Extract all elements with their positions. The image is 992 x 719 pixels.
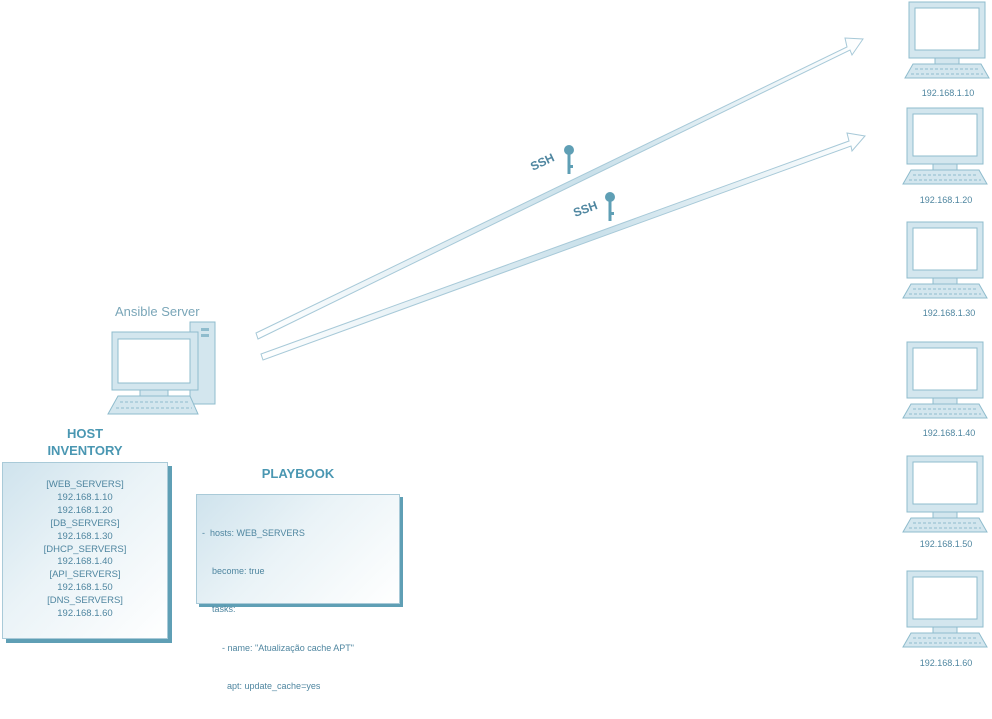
inventory-line: [WEB_SERVERS] bbox=[46, 479, 124, 490]
playbook-box: - hosts: WEB_SERVERS become: true tasks:… bbox=[196, 494, 400, 691]
host-computer-icon bbox=[902, 107, 988, 185]
inventory-line: 192.168.1.30 bbox=[57, 530, 113, 542]
ansible-server-icon bbox=[107, 321, 216, 415]
playbook-line: - name: "Atualização cache APT" bbox=[202, 642, 354, 653]
inventory-line: 192.168.1.50 bbox=[57, 582, 113, 594]
inventory-line: [DNS_SERVERS] bbox=[47, 595, 123, 607]
inventory-line: [API_SERVERS] bbox=[49, 569, 121, 581]
playbook-line: - hosts: WEB_SERVERS bbox=[202, 527, 305, 538]
host-computer-icon bbox=[904, 1, 990, 79]
playbook-title: PLAYBOOK bbox=[261, 466, 335, 481]
key-icon bbox=[605, 192, 615, 221]
ssh-arrow-2 bbox=[260, 132, 866, 361]
key-icon bbox=[564, 145, 574, 174]
server-label: Ansible Server bbox=[115, 304, 200, 319]
host-computer-icon bbox=[902, 570, 988, 648]
host-ip-label: 192.168.1.20 bbox=[919, 195, 973, 205]
inventory-line: 192.168.1.60 bbox=[57, 608, 113, 620]
inventory-title-line2: INVENTORY bbox=[47, 443, 123, 458]
inventory-title: HOST INVENTORY bbox=[30, 425, 140, 459]
inventory-line: 192.168.1.20 bbox=[57, 504, 113, 516]
host-computer-icon bbox=[902, 221, 988, 299]
ssh-arrow-1 bbox=[255, 37, 864, 340]
host-ip-label: 192.168.1.30 bbox=[922, 308, 976, 318]
host-ip-label: 192.168.1.60 bbox=[919, 658, 973, 668]
inventory-box: [WEB_SERVERS] 192.168.1.10 192.168.1.20 … bbox=[2, 462, 168, 639]
playbook-line: tasks: bbox=[202, 604, 236, 615]
inventory-line: 192.168.1.10 bbox=[57, 491, 113, 503]
inventory-line: 192.168.1.40 bbox=[57, 556, 113, 568]
host-ip-label: 192.168.1.40 bbox=[922, 428, 976, 438]
host-computer-icon bbox=[902, 455, 988, 533]
inventory-title-line1: HOST bbox=[66, 426, 104, 441]
playbook-line: apt: update_cache=yes bbox=[202, 681, 321, 692]
inventory-line: [DB_SERVERS] bbox=[50, 517, 120, 529]
host-computer-icon bbox=[902, 341, 988, 419]
host-ip-label: 192.168.1.10 bbox=[921, 88, 975, 98]
inventory-line: [DHCP_SERVERS] bbox=[43, 543, 127, 555]
host-ip-label: 192.168.1.50 bbox=[919, 539, 973, 549]
playbook-line: become: true bbox=[202, 565, 265, 576]
